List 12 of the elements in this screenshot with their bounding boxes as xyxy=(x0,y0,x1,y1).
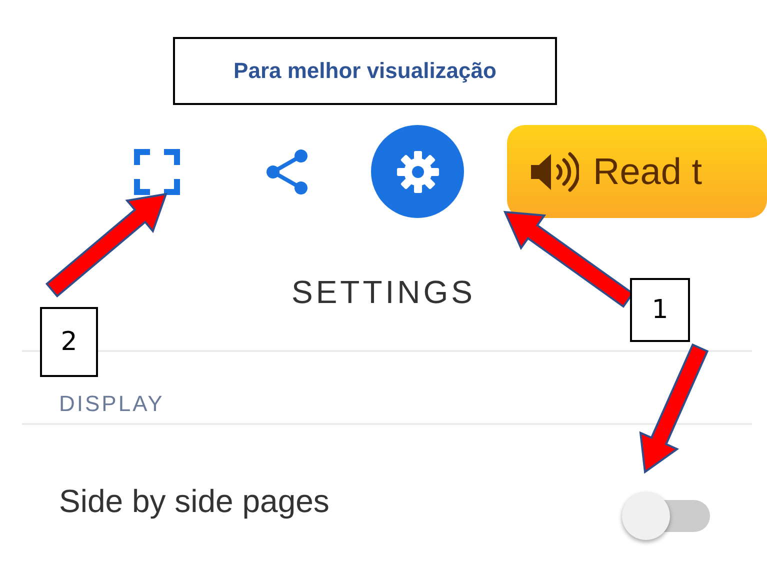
toggle-switch[interactable] xyxy=(622,491,712,541)
settings-title: SETTINGS xyxy=(291,274,476,311)
option-label: Side by side pages xyxy=(59,482,330,520)
callout-number: 1 xyxy=(630,278,690,342)
settings-icon xyxy=(394,148,441,194)
section-heading: DISPLAY xyxy=(59,391,164,418)
callout-number: 2 xyxy=(40,307,98,377)
note-text: Para melhor visualização xyxy=(173,37,557,105)
share-icon xyxy=(264,148,310,194)
speaker-icon xyxy=(528,150,579,192)
read-aloud-button[interactable]: Read t xyxy=(506,125,767,218)
fullscreen-icon xyxy=(134,148,180,194)
